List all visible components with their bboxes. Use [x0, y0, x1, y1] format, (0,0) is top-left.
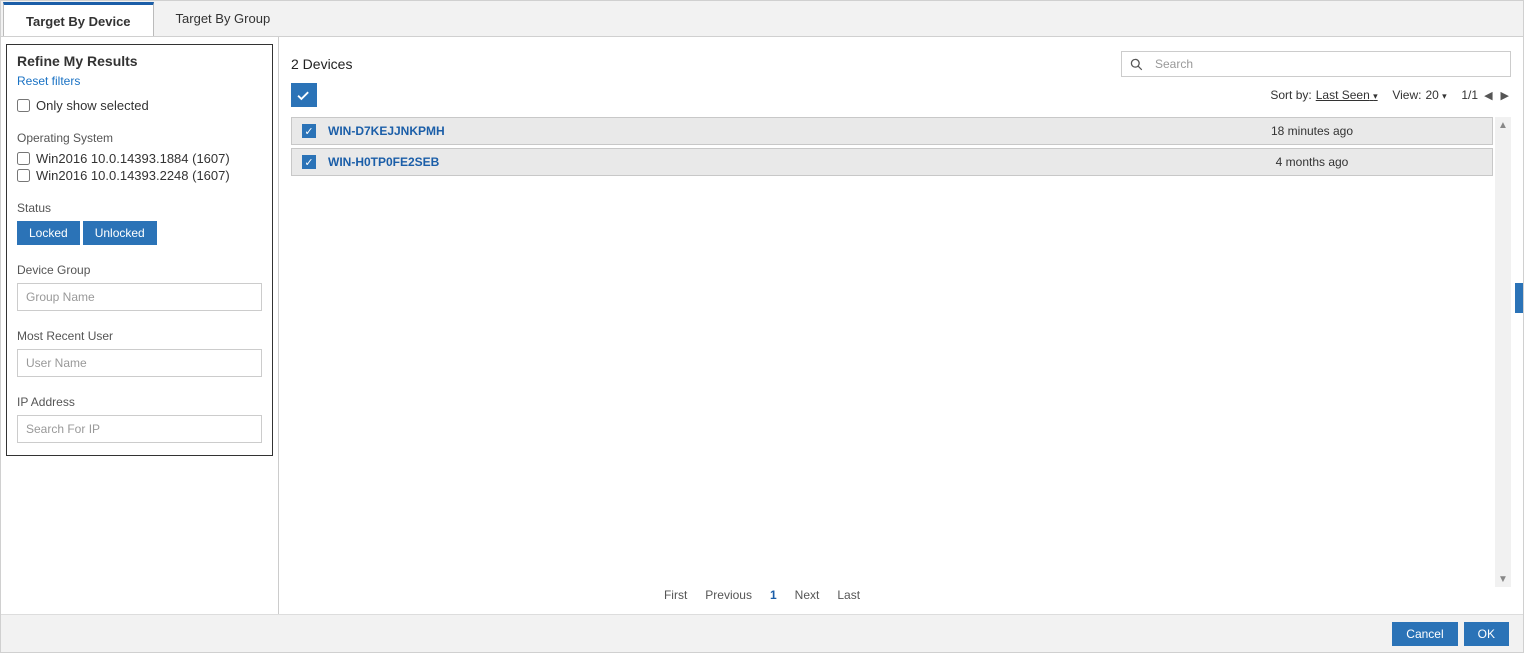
only-show-selected-checkbox[interactable]: [17, 99, 30, 112]
device-last-seen: 4 months ago: [1142, 155, 1482, 169]
os-label-0: Win2016 10.0.14393.1884 (1607): [36, 151, 230, 166]
tab-target-by-group[interactable]: Target By Group: [154, 2, 293, 36]
most-recent-user-label: Most Recent User: [17, 329, 262, 343]
reset-filters-link[interactable]: Reset filters: [17, 74, 80, 88]
device-name-link[interactable]: WIN-H0TP0FE2SEB: [328, 155, 439, 169]
sort-by-label: Sort by:: [1270, 88, 1311, 102]
side-drawer-handle[interactable]: [1515, 283, 1523, 313]
refine-title: Refine My Results: [17, 53, 262, 69]
device-checkbox[interactable]: ✓: [302, 124, 316, 138]
os-option-0[interactable]: Win2016 10.0.14393.1884 (1607): [17, 151, 262, 166]
check-edit-icon: [297, 88, 311, 102]
most-recent-user-input[interactable]: [17, 349, 262, 377]
caret-down-icon: ▾: [1373, 91, 1378, 101]
device-last-seen: 18 minutes ago: [1142, 124, 1482, 138]
only-show-selected-row[interactable]: Only show selected: [17, 98, 262, 113]
ip-address-label: IP Address: [17, 395, 262, 409]
view-dropdown[interactable]: 20 ▾: [1425, 88, 1446, 102]
page-next-button[interactable]: ▶: [1499, 89, 1511, 102]
status-unlocked-button[interactable]: Unlocked: [83, 221, 157, 245]
sort-view-controls: Sort by: Last Seen ▾ View: 20 ▾ 1/1 ◀ ▶: [1270, 88, 1511, 102]
device-list: ✓ WIN-D7KEJJNKPMH 18 minutes ago ✓ WIN-H…: [291, 117, 1511, 587]
tab-target-by-device[interactable]: Target By Device: [3, 2, 154, 36]
page-indicator: 1/1: [1461, 88, 1478, 102]
only-show-selected-label: Only show selected: [36, 98, 149, 113]
ip-address-input[interactable]: [17, 415, 262, 443]
search-box[interactable]: [1121, 51, 1511, 77]
device-row[interactable]: ✓ WIN-D7KEJJNKPMH 18 minutes ago: [291, 117, 1493, 145]
device-count-label: 2 Devices: [291, 56, 352, 72]
page-first-link[interactable]: First: [664, 588, 687, 602]
device-group-label: Device Group: [17, 263, 262, 277]
page-current[interactable]: 1: [770, 588, 777, 602]
device-checkbox[interactable]: ✓: [302, 155, 316, 169]
refine-panel: Refine My Results Reset filters Only sho…: [6, 44, 273, 456]
sort-by-dropdown[interactable]: Last Seen ▾: [1316, 88, 1378, 102]
search-icon: [1130, 58, 1143, 71]
page-next-link[interactable]: Next: [795, 588, 820, 602]
os-checkbox-1[interactable]: [17, 169, 30, 182]
os-section-label: Operating System: [17, 131, 262, 145]
cancel-button[interactable]: Cancel: [1392, 622, 1457, 646]
page-last-link[interactable]: Last: [837, 588, 860, 602]
main-area: 2 Devices Sort by: Last Seen ▾ View:: [279, 37, 1523, 617]
search-input[interactable]: [1153, 56, 1502, 72]
footer-bar: Cancel OK: [1, 614, 1523, 652]
os-checkbox-0[interactable]: [17, 152, 30, 165]
view-label: View:: [1392, 88, 1421, 102]
ok-button[interactable]: OK: [1464, 622, 1509, 646]
caret-down-icon: ▾: [1442, 91, 1447, 101]
scroll-up-button[interactable]: ▲: [1495, 117, 1511, 133]
page-previous-link[interactable]: Previous: [705, 588, 752, 602]
status-locked-button[interactable]: Locked: [17, 221, 80, 245]
page-prev-button[interactable]: ◀: [1482, 89, 1494, 102]
os-option-1[interactable]: Win2016 10.0.14393.2248 (1607): [17, 168, 262, 183]
device-group-input[interactable]: [17, 283, 262, 311]
pagination: First Previous 1 Next Last: [1, 588, 1523, 602]
device-name-link[interactable]: WIN-D7KEJJNKPMH: [328, 124, 445, 138]
scroll-down-button[interactable]: ▼: [1495, 571, 1511, 587]
select-all-button[interactable]: [291, 83, 317, 107]
device-row[interactable]: ✓ WIN-H0TP0FE2SEB 4 months ago: [291, 148, 1493, 176]
os-label-1: Win2016 10.0.14393.2248 (1607): [36, 168, 230, 183]
status-section-label: Status: [17, 201, 262, 215]
tab-bar: Target By Device Target By Group: [1, 1, 1523, 37]
scrollbar[interactable]: ▲ ▼: [1495, 117, 1511, 587]
